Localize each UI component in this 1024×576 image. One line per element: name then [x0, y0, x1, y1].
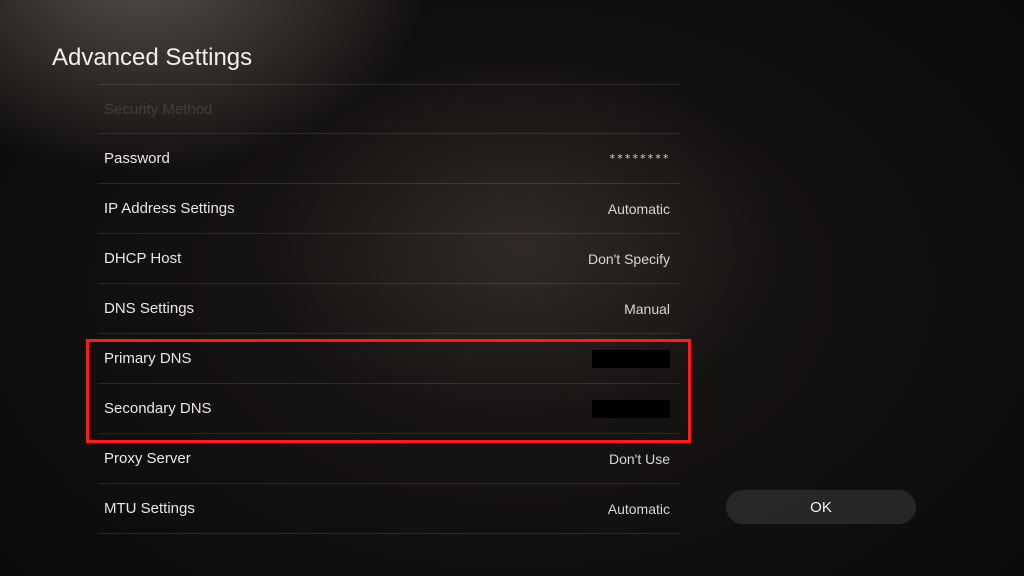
settings-list: Security Method Password ******** IP Add…: [98, 84, 680, 534]
row-proxy-server[interactable]: Proxy Server Don't Use: [98, 434, 680, 484]
value-proxy-server: Don't Use: [609, 451, 670, 467]
label-primary-dns: Primary DNS: [104, 350, 192, 367]
ok-button-label: OK: [810, 499, 832, 516]
row-security-method[interactable]: Security Method: [98, 84, 680, 134]
value-ip-address-settings: Automatic: [608, 201, 670, 217]
value-dns-settings: Manual: [624, 301, 670, 317]
ok-button[interactable]: OK: [726, 490, 916, 524]
value-dhcp-host: Don't Specify: [588, 251, 670, 267]
label-password: Password: [104, 150, 170, 167]
label-ip-address-settings: IP Address Settings: [104, 200, 235, 217]
row-secondary-dns[interactable]: Secondary DNS: [98, 384, 680, 434]
value-secondary-dns-redacted: [592, 400, 670, 418]
label-dhcp-host: DHCP Host: [104, 250, 181, 267]
value-mtu-settings: Automatic: [608, 501, 670, 517]
label-dns-settings: DNS Settings: [104, 300, 194, 317]
row-dns-settings[interactable]: DNS Settings Manual: [98, 284, 680, 334]
value-password: ********: [609, 152, 670, 165]
row-primary-dns[interactable]: Primary DNS: [98, 334, 680, 384]
label-security-method: Security Method: [104, 101, 212, 118]
row-ip-address-settings[interactable]: IP Address Settings Automatic: [98, 184, 680, 234]
page-title: Advanced Settings: [52, 44, 252, 72]
label-mtu-settings: MTU Settings: [104, 500, 195, 517]
row-dhcp-host[interactable]: DHCP Host Don't Specify: [98, 234, 680, 284]
row-password[interactable]: Password ********: [98, 134, 680, 184]
label-secondary-dns: Secondary DNS: [104, 400, 212, 417]
row-mtu-settings[interactable]: MTU Settings Automatic: [98, 484, 680, 534]
value-primary-dns-redacted: [592, 350, 670, 368]
label-proxy-server: Proxy Server: [104, 450, 191, 467]
